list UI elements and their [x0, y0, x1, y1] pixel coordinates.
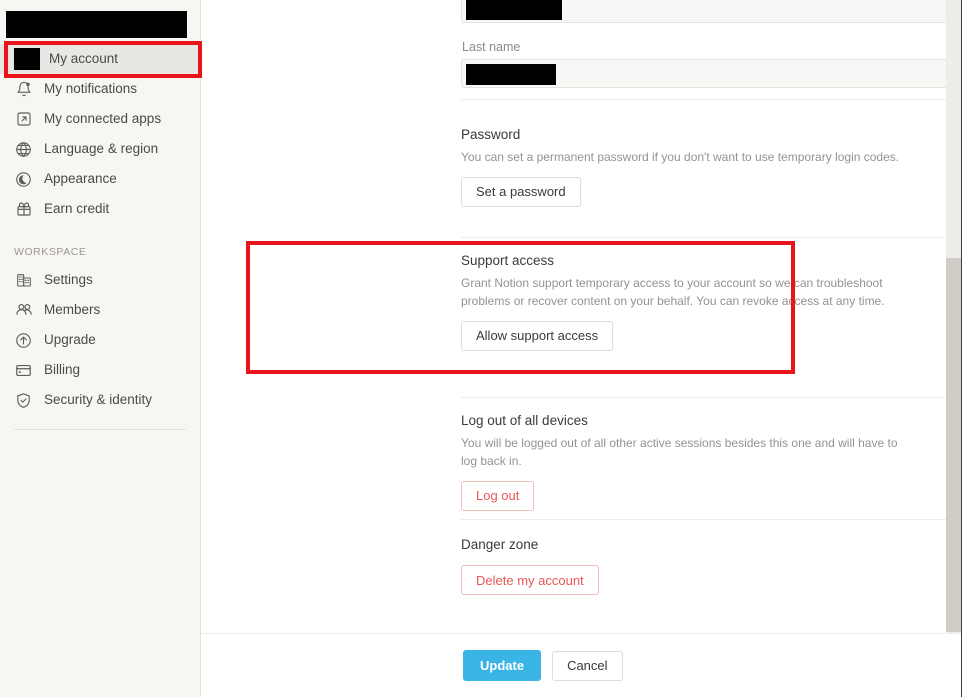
sidebar-item-label: Earn credit [44, 200, 110, 216]
password-title: Password [461, 127, 521, 142]
sidebar-item-label: Upgrade [44, 331, 96, 347]
first-name-field [461, 0, 961, 23]
sidebar-section-workspace: WORKSPACE [14, 246, 87, 258]
gift-icon [14, 200, 33, 219]
last-name-input[interactable] [461, 59, 961, 88]
cancel-button[interactable]: Cancel [552, 650, 623, 681]
sidebar-item-earn-credit[interactable]: Earn credit [0, 194, 200, 224]
sidebar-divider [14, 429, 186, 430]
bell-icon [14, 80, 33, 99]
sidebar-item-my-notifications[interactable]: My notifications [0, 74, 200, 104]
sidebar-item-settings[interactable]: Settings [0, 265, 200, 295]
password-section: Password You can set a permanent passwor… [461, 127, 899, 207]
danger-zone-section: Danger zone Delete my account [461, 537, 599, 596]
sidebar-item-appearance[interactable]: Appearance [0, 164, 200, 194]
allow-support-access-button[interactable]: Allow support access [461, 320, 614, 351]
section-divider [461, 99, 961, 100]
last-name-label: Last name [462, 40, 521, 54]
sidebar-item-billing[interactable]: Billing [0, 355, 200, 385]
arrow-up-circle-icon [14, 331, 33, 350]
log-out-all-devices-title: Log out of all devices [461, 413, 588, 428]
sidebar-item-label: Settings [44, 271, 93, 287]
section-divider [461, 397, 961, 398]
last-name-value-redacted [466, 64, 556, 85]
sidebar-nav-account: My account My notifications My connected… [0, 44, 200, 224]
scrollbar-thumb[interactable] [946, 258, 961, 632]
sidebar-item-label: My notifications [44, 80, 138, 96]
sidebar-item-label: My account [49, 50, 119, 66]
password-description: You can set a permanent password if you … [461, 150, 900, 165]
support-access-title: Support access [461, 253, 555, 268]
first-name-value-redacted [466, 0, 562, 20]
sidebar-item-label: Appearance [44, 170, 117, 186]
credit-card-icon [14, 361, 33, 380]
support-access-description: Grant Notion support temporary access to… [461, 276, 885, 308]
section-divider [461, 519, 961, 520]
vertical-scrollbar[interactable] [946, 0, 961, 633]
globe-icon [14, 140, 33, 159]
sidebar-item-members[interactable]: Members [0, 295, 200, 325]
update-button[interactable]: Update [463, 650, 542, 681]
main-content: Last name Password You can set a permane… [201, 0, 961, 697]
workspace-title-redacted [6, 11, 187, 38]
people-icon [14, 301, 33, 320]
settings-scroll-area: Last name Password You can set a permane… [201, 0, 961, 633]
sidebar-item-upgrade[interactable]: Upgrade [0, 325, 200, 355]
log-out-all-devices-description: You will be logged out of all other acti… [461, 436, 898, 468]
sidebar-nav-workspace: Settings Members Upgrade Billing Securit… [0, 265, 200, 415]
sidebar-item-my-connected-apps[interactable]: My connected apps [0, 104, 200, 134]
danger-zone-title: Danger zone [461, 537, 539, 552]
building-icon [14, 271, 33, 290]
sidebar-item-my-account[interactable]: My account [0, 44, 200, 74]
sidebar-item-label: Language & region [44, 140, 159, 156]
log-out-all-devices-section: Log out of all devices You will be logge… [461, 413, 902, 511]
settings-window: My account My notifications My connected… [0, 0, 962, 697]
sidebar: My account My notifications My connected… [0, 0, 201, 697]
sidebar-item-language-region[interactable]: Language & region [0, 134, 200, 164]
shield-check-icon [14, 391, 33, 410]
avatar [14, 48, 40, 70]
sidebar-item-label: Members [44, 301, 101, 317]
form-footer: Update Cancel [201, 633, 961, 697]
external-link-icon [14, 110, 33, 129]
section-divider [461, 237, 961, 238]
sidebar-item-label: My connected apps [44, 110, 162, 126]
set-a-password-button[interactable]: Set a password [461, 176, 581, 207]
sidebar-item-security-identity[interactable]: Security & identity [0, 385, 200, 415]
delete-my-account-button[interactable]: Delete my account [461, 565, 599, 596]
sidebar-item-label: Billing [44, 361, 81, 377]
sidebar-item-label: Security & identity [44, 391, 153, 407]
log-out-button[interactable]: Log out [461, 480, 535, 511]
first-name-input[interactable] [461, 0, 961, 23]
last-name-field: Last name [461, 40, 961, 88]
support-access-section: Support access Grant Notion support temp… [461, 253, 902, 351]
moon-icon [14, 170, 33, 189]
